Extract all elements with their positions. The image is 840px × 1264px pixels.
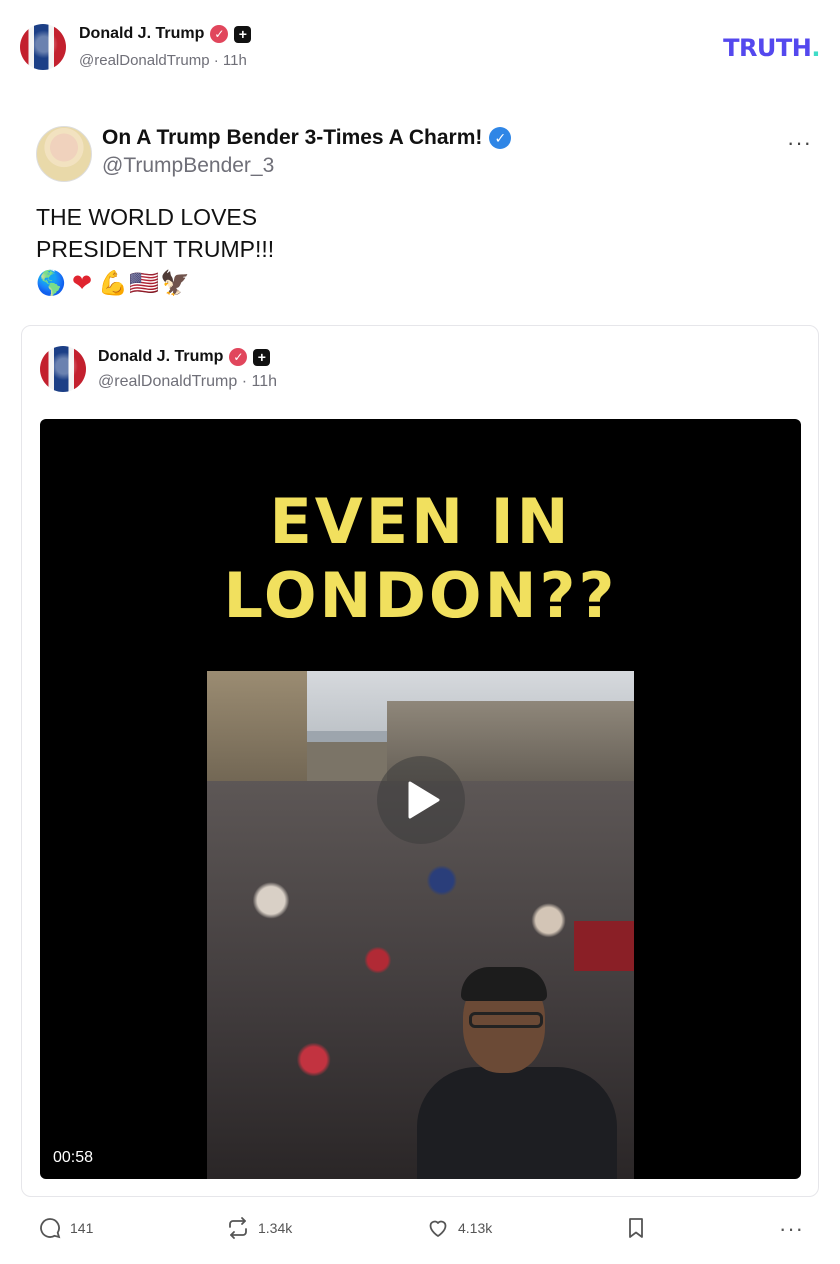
- quoted-post-header: Donald J. Trump ✓ + @realDonaldTrump · 1…: [40, 346, 540, 394]
- reposter-name-row: Donald J. Trump ✓ +: [79, 25, 252, 43]
- person-body: [417, 1067, 617, 1179]
- flexed-biceps-emoji: 💪: [98, 269, 128, 297]
- reply-icon: [40, 1218, 61, 1239]
- reply-count: 141: [70, 1220, 94, 1236]
- repost-header: Donald J. Trump ✓ + @realDonaldTrump · 1…: [20, 24, 820, 74]
- verified-badge-icon: ✓: [489, 127, 512, 149]
- post-header: On A Trump Bender 3-Times A Charm! ✓ @Tr…: [36, 126, 816, 184]
- like-count: 4.13k: [458, 1220, 493, 1236]
- bookmark-icon: [629, 1218, 643, 1238]
- quoted-post-card[interactable]: Donald J. Trump ✓ + @realDonaldTrump · 1…: [21, 325, 819, 1197]
- us-flag-emoji: 🇺🇸: [129, 269, 159, 297]
- globe-emoji: 🌎: [36, 269, 66, 297]
- video-duration: 00:58: [53, 1149, 94, 1166]
- verified-badge-icon: ✓: [210, 25, 229, 43]
- reply-button[interactable]: 141: [38, 1216, 93, 1240]
- avatar[interactable]: [40, 346, 86, 392]
- plus-badge-icon: +: [234, 25, 252, 43]
- reposter-name[interactable]: Donald J. Trump: [79, 25, 204, 43]
- quoted-handle-time[interactable]: @realDonaldTrump · 11h: [98, 373, 277, 391]
- post-text: THE WORLD LOVES PRESIDENT TRUMP!!!: [36, 201, 536, 265]
- quoted-author-name[interactable]: Donald J. Trump: [98, 348, 223, 366]
- avatar[interactable]: [20, 24, 66, 70]
- person-cap: [461, 967, 547, 1001]
- bookmark-button[interactable]: [624, 1216, 648, 1240]
- video-player[interactable]: EVEN IN LONDON?? 00:58: [40, 419, 801, 1179]
- action-bar: 141 1.34k 4.13k ···: [36, 1216, 816, 1248]
- play-icon: [408, 781, 440, 819]
- video-caption-line: EVEN IN: [269, 485, 572, 558]
- thumbnail-flag: [574, 921, 634, 971]
- quoted-author-name-row: Donald J. Trump ✓ +: [98, 348, 271, 366]
- verified-badge-icon: ✓: [229, 348, 248, 366]
- more-actions-button[interactable]: ···: [779, 1216, 804, 1242]
- author-name-row: On A Trump Bender 3-Times A Charm! ✓: [102, 126, 512, 150]
- emoji-row: 🌎 ❤ 💪 🇺🇸 🦅: [36, 268, 190, 298]
- play-button[interactable]: [377, 756, 465, 844]
- like-button[interactable]: 4.13k: [426, 1216, 492, 1240]
- author-name[interactable]: On A Trump Bender 3-Times A Charm!: [102, 126, 482, 150]
- retruth-count: 1.34k: [258, 1220, 293, 1236]
- video-thumbnail: [207, 671, 634, 1179]
- eagle-emoji: 🦅: [160, 269, 190, 297]
- plus-badge-icon: +: [253, 348, 271, 366]
- reposter-handle-time[interactable]: @realDonaldTrump · 11h: [79, 52, 247, 69]
- truth-logo-dot: .: [811, 34, 820, 62]
- thumbnail-building: [207, 671, 307, 791]
- post-text-line: PRESIDENT TRUMP!!!: [36, 236, 275, 262]
- retruth-icon: [229, 1217, 247, 1239]
- video-caption: EVEN IN LONDON??: [40, 485, 801, 633]
- thumbnail-person: [417, 967, 617, 1179]
- video-caption-line: LONDON??: [223, 559, 618, 632]
- heart-emoji: ❤: [71, 269, 93, 297]
- avatar[interactable]: [36, 126, 92, 182]
- retruth-button[interactable]: 1.34k: [226, 1216, 292, 1240]
- author-handle[interactable]: @TrumpBender_3: [102, 154, 274, 178]
- heart-icon: [429, 1220, 447, 1237]
- truth-logo-text: TRUTH: [723, 34, 812, 62]
- person-glasses: [469, 1012, 543, 1028]
- more-options-button[interactable]: ···: [787, 130, 812, 156]
- truth-logo[interactable]: TRUTH.: [723, 34, 820, 62]
- post-text-line: THE WORLD LOVES: [36, 204, 258, 230]
